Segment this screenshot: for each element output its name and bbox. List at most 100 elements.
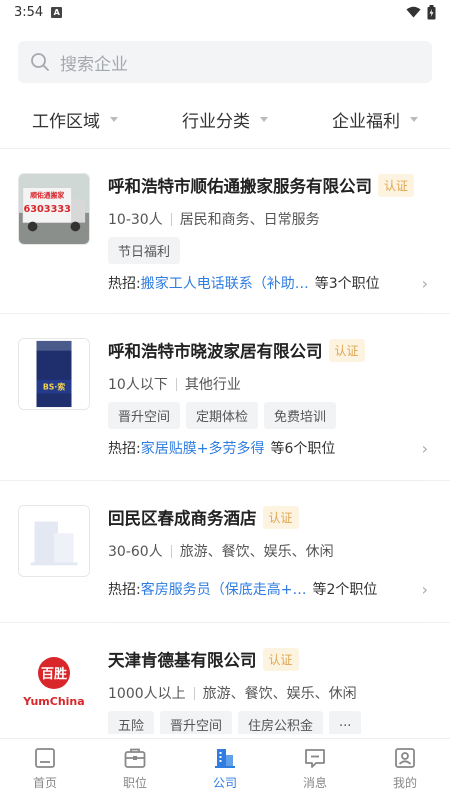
- search-placeholder: 搜索企业: [60, 54, 128, 75]
- svg-text:YumChina: YumChina: [22, 695, 84, 708]
- verified-badge: 认证: [262, 647, 299, 671]
- company-name-row: 呼和浩特市顺佑通搬家服务有限公司 认证: [108, 173, 415, 197]
- company-list: 顺佑通搬家 6303333 呼和浩特市顺佑通搬家服务有限公司 认证 10-30人…: [0, 149, 450, 734]
- moving-truck-logo: 顺佑通搬家 6303333: [19, 174, 89, 244]
- verified-badge: 认证: [262, 505, 299, 529]
- filter-benefits[interactable]: 企业福利: [300, 98, 450, 140]
- meta-separator: [170, 212, 172, 226]
- company-logo: [18, 505, 90, 577]
- company-industry: 其他行业: [184, 377, 241, 393]
- company-size: 1000人以上: [108, 686, 186, 702]
- hot-jobs-row[interactable]: 热招: 家居贴膜+多劳多得 等6个职位 ›: [108, 438, 428, 458]
- company-size: 10-30人: [108, 212, 163, 228]
- verified-badge: 认证: [328, 338, 365, 362]
- tab-messages[interactable]: 消息: [270, 739, 360, 800]
- svg-text:顺佑通搬家: 顺佑通搬家: [30, 190, 64, 199]
- company-card[interactable]: 回民区春成商务酒店 认证 30-60人 旅游、餐饮、娱乐、休闲 热招: 客房服务…: [0, 481, 450, 623]
- profile-icon: [395, 748, 415, 768]
- benefit-tags: 五险 晋升空间 住房公积金 ...: [108, 711, 362, 734]
- chevron-right-icon: ›: [421, 273, 428, 293]
- building-icon: [215, 749, 235, 768]
- caret-down-icon: [410, 116, 418, 122]
- tab-jobs[interactable]: 职位: [90, 739, 180, 800]
- caret-down-icon: [260, 116, 268, 122]
- caret-down-icon: [110, 116, 118, 122]
- status-bar: 3:54 A: [0, 0, 450, 24]
- search-icon: [31, 53, 49, 71]
- benefit-tag: 节日福利: [108, 237, 181, 264]
- hot-job-count: 等6个职位: [270, 441, 336, 457]
- hot-label: 热招:: [108, 276, 141, 292]
- company-industry: 居民和商务、日常服务: [179, 212, 320, 228]
- company-industry: 旅游、餐饮、娱乐、休闲: [202, 686, 357, 702]
- svg-text:百胜: 百胜: [41, 667, 67, 682]
- company-card[interactable]: 百胜 YumChina 天津肯德基有限公司 认证 1000人以上 旅游、餐饮、娱…: [0, 623, 450, 734]
- hot-label: 热招:: [108, 441, 141, 457]
- hot-jobs-row[interactable]: 热招: 客房服务员（保底走高+… 等2个职位 ›: [108, 579, 428, 599]
- benefit-tags: 节日福利: [108, 237, 181, 264]
- company-card[interactable]: 顺佑通搬家 6303333 呼和浩特市顺佑通搬家服务有限公司 认证 10-30人…: [0, 149, 450, 314]
- company-logo: 百胜 YumChina: [18, 647, 90, 719]
- home-icon: [35, 748, 55, 768]
- filter-work-area[interactable]: 工作区域: [0, 98, 150, 140]
- company-logo: BS·索: [18, 338, 90, 410]
- benefit-tag: 定期体检: [186, 402, 259, 429]
- company-name-row: 呼和浩特市晓波家居有限公司 认证: [108, 338, 365, 362]
- notification-a-icon: A: [51, 6, 63, 18]
- tab-label: 职位: [122, 776, 147, 790]
- benefit-tag: ...: [329, 711, 362, 734]
- benefit-tag: 晋升空间: [108, 402, 181, 429]
- filter-industry[interactable]: 行业分类: [150, 98, 300, 140]
- tab-label: 我的: [392, 776, 417, 790]
- benefit-tag: 晋升空间: [160, 711, 233, 734]
- hot-jobs-row[interactable]: 热招: 搬家工人电话联系（补助… 等3个职位 ›: [108, 273, 428, 293]
- company-meta: 10-30人 居民和商务、日常服务: [108, 209, 320, 229]
- message-icon: [305, 749, 325, 768]
- filter-label: 企业福利: [332, 111, 400, 132]
- tab-company[interactable]: 公司: [180, 739, 270, 800]
- benefit-tag: 住房公积金: [238, 711, 324, 734]
- company-card[interactable]: BS·索 呼和浩特市晓波家居有限公司 认证 10人以下 其他行业 晋升空间 定期…: [0, 314, 450, 481]
- benefit-tag: 五险: [108, 711, 155, 734]
- tab-label: 公司: [212, 776, 237, 790]
- verified-badge: 认证: [378, 173, 415, 197]
- hot-job-link[interactable]: 搬家工人电话联系（补助…: [141, 273, 309, 293]
- tab-label: 消息: [302, 776, 327, 790]
- status-time: 3:54: [14, 4, 44, 20]
- battery-icon: [427, 4, 436, 19]
- chevron-right-icon: ›: [421, 579, 428, 599]
- filter-label: 工作区域: [32, 111, 100, 132]
- company-industry: 旅游、餐饮、娱乐、休闲: [179, 544, 334, 560]
- company-meta: 10人以下 其他行业: [108, 374, 241, 394]
- yumchina-logo: 百胜 YumChina: [22, 657, 85, 708]
- filter-bar: 工作区域 行业分类 企业福利: [0, 98, 450, 140]
- company-name: 回民区春成商务酒店: [108, 509, 257, 528]
- company-name-row: 回民区春成商务酒店 认证: [108, 505, 299, 529]
- company-size: 30-60人: [108, 544, 163, 560]
- default-building-logo: [19, 506, 89, 576]
- hot-job-link[interactable]: 客房服务员（保底走高+…: [141, 579, 307, 599]
- briefcase-icon: [124, 748, 146, 768]
- chevron-right-icon: ›: [421, 438, 428, 458]
- svg-text:BS·索: BS·索: [43, 382, 65, 392]
- hot-job-count: 等3个职位: [314, 276, 380, 292]
- hot-label: 热招:: [108, 582, 141, 598]
- company-meta: 1000人以上 旅游、餐饮、娱乐、休闲: [108, 683, 357, 703]
- company-name: 呼和浩特市顺佑通搬家服务有限公司: [108, 177, 372, 196]
- bottom-tab-bar: 首页 职位 公司 消息 我的: [0, 738, 450, 800]
- filter-label: 行业分类: [182, 111, 250, 132]
- tab-label: 首页: [32, 776, 57, 790]
- benefit-tag: 免费培训: [264, 402, 337, 429]
- company-meta: 30-60人 旅游、餐饮、娱乐、休闲: [108, 541, 334, 561]
- tab-home[interactable]: 首页: [0, 739, 90, 800]
- hot-job-count: 等2个职位: [312, 582, 378, 598]
- company-logo: 顺佑通搬家 6303333: [18, 173, 90, 245]
- wifi-icon: [406, 6, 421, 18]
- meta-separator: [193, 686, 195, 700]
- tab-profile[interactable]: 我的: [360, 739, 450, 800]
- meta-separator: [175, 377, 177, 391]
- home-store-logo: BS·索: [19, 339, 89, 409]
- search-bar[interactable]: 搜索企业: [18, 41, 432, 83]
- hot-job-link[interactable]: 家居贴膜+多劳多得: [141, 438, 265, 458]
- company-name: 天津肯德基有限公司: [108, 651, 257, 670]
